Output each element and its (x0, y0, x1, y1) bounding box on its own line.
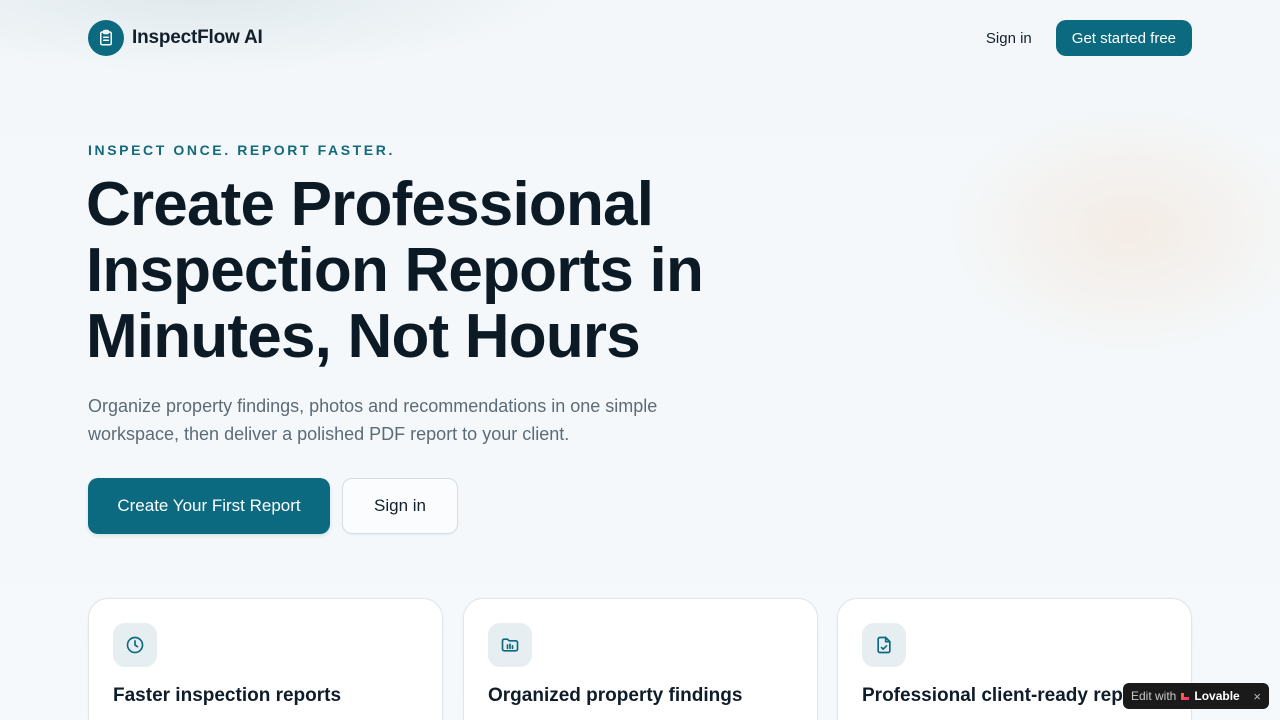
hero-subtitle: Organize property findings, photos and r… (88, 392, 708, 448)
feature-card-organized-findings: Organized property findings (463, 598, 818, 720)
top-header: InspectFlow AI Sign in Get started free (88, 20, 1192, 56)
hero-cta-row: Create Your First Report Sign in (88, 478, 458, 534)
brand-name: InspectFlow AI (132, 27, 263, 48)
hero-subtitle-line-2: workspace, then deliver a polished PDF r… (88, 424, 570, 444)
hero-title-line-2: Inspection Reports in (86, 236, 704, 305)
brand[interactable]: InspectFlow AI (88, 20, 263, 56)
create-first-report-button[interactable]: Create Your First Report (88, 478, 330, 534)
hero-title-line-1: Create Professional (86, 170, 654, 239)
edit-with-lovable-badge[interactable]: Edit with Lovable × (1123, 683, 1269, 709)
badge-prefix: Edit with (1131, 689, 1177, 703)
hero-subtitle-line-1: Organize property findings, photos and r… (88, 396, 658, 416)
folder-chart-icon (488, 623, 532, 667)
badge-close-icon[interactable]: × (1253, 690, 1261, 703)
clipboard-logo-icon (88, 20, 124, 56)
hero-eyebrow: INSPECT ONCE. REPORT FASTER. (88, 142, 395, 158)
get-started-button[interactable]: Get started free (1055, 20, 1192, 56)
clock-icon (113, 623, 157, 667)
feature-title: Organized property findings (488, 685, 743, 706)
hero-title: Create Professional Inspection Reports i… (86, 172, 786, 370)
header-sign-in-link[interactable]: Sign in (986, 30, 1032, 47)
file-check-icon (862, 623, 906, 667)
feature-title: Faster inspection reports (113, 685, 342, 706)
feature-card-faster-reports: Faster inspection reports (88, 598, 443, 720)
hero-title-line-3: Minutes, Not Hours (86, 302, 641, 371)
badge-brand: Lovable (1194, 689, 1240, 703)
lovable-heart-icon (1180, 691, 1190, 701)
feature-title: Professional client-ready reports (862, 685, 1159, 706)
hero-sign-in-button[interactable]: Sign in (342, 478, 458, 534)
landing-page: InspectFlow AI Sign in Get started free … (0, 0, 1280, 720)
header-nav: Sign in Get started free (986, 20, 1192, 56)
